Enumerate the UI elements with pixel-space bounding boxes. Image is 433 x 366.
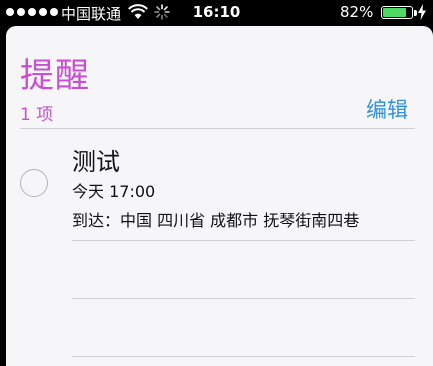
reminder-time: 今天 17:00 (72, 182, 156, 201)
battery-percent: 82% (340, 3, 374, 21)
reminders-list-card: 提醒 1 项 编辑 测试 今天 17:00 到达：中国 四川省 成都市 抚琴街南… (6, 26, 433, 366)
header-divider (20, 128, 415, 129)
page-title: 提醒 (20, 56, 90, 96)
edit-button[interactable]: 编辑 (366, 94, 408, 124)
battery-icon (381, 6, 413, 19)
reminder-count: 1 项 (20, 105, 54, 125)
status-bar: 中国联通 16:10 82% (0, 0, 433, 26)
reminder-title: 测试 (72, 148, 120, 176)
battery-level-fill (383, 8, 406, 17)
complete-checkbox[interactable] (20, 169, 48, 197)
row-divider (72, 240, 415, 241)
reminder-location: 到达：中国 四川省 成都市 抚琴街南四巷 (72, 211, 360, 230)
charging-icon (418, 4, 426, 20)
row-divider (72, 298, 415, 299)
row-divider (72, 356, 415, 357)
